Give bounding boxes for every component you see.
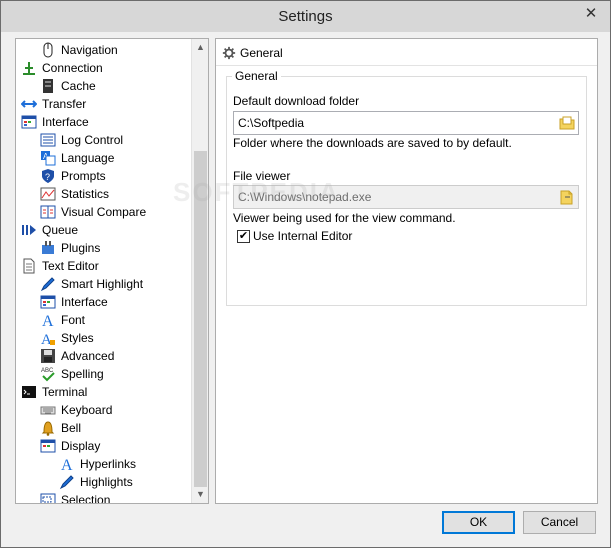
- tree-item-label: Selection: [61, 493, 111, 504]
- tree-item-label: Hyperlinks: [80, 457, 137, 471]
- tree-item-label: Display: [61, 439, 101, 453]
- tree-item-label: Navigation: [61, 43, 118, 57]
- cache-icon: [43, 79, 53, 93]
- styles-icon: A: [41, 332, 55, 346]
- tree-item-label: Language: [61, 151, 115, 165]
- pen-icon: [40, 277, 55, 292]
- svg-text:ABC: ABC: [41, 368, 54, 374]
- scroll-up-arrow-icon[interactable]: ▲: [192, 39, 208, 56]
- tree-item-label: Prompts: [61, 169, 106, 183]
- svg-text:?: ?: [45, 172, 50, 182]
- floppy-disk-icon: [41, 349, 55, 363]
- tree-item-label: Bell: [61, 421, 82, 435]
- ok-button[interactable]: OK: [442, 511, 515, 534]
- close-button[interactable]: ✕: [576, 3, 606, 25]
- tree-item-label: Advanced: [61, 349, 115, 363]
- settings-tree: Navigation Connection Cache Transfer Int…: [15, 38, 209, 504]
- log-icon: [40, 133, 56, 147]
- title-bar: Settings ✕: [1, 1, 610, 32]
- spelling-check-icon: ABC: [41, 368, 55, 382]
- plugins-icon: [42, 241, 54, 254]
- shield-question-icon: ?: [42, 169, 54, 183]
- group-title: General: [232, 69, 281, 84]
- keyboard-icon: [40, 406, 56, 415]
- tree-item-label: Transfer: [42, 97, 87, 111]
- tree-item-label: Terminal: [42, 385, 88, 399]
- visual-compare-icon: [40, 205, 56, 219]
- bell-icon: [41, 421, 55, 436]
- file-viewer-help: Viewer being used for the view command.: [233, 211, 456, 225]
- settings-panel: General General Default download folder …: [215, 38, 598, 504]
- svg-text:A: A: [42, 313, 54, 328]
- tree-item-label: Log Control: [61, 133, 124, 147]
- tree-item-label: Keyboard: [61, 403, 113, 417]
- queue-icon: [22, 225, 36, 235]
- download-folder-value: C:\Softpedia: [238, 116, 305, 130]
- cancel-button[interactable]: Cancel: [523, 511, 596, 534]
- tree-item-label: Interface: [42, 115, 89, 129]
- tree-item-label: Cache: [61, 79, 96, 93]
- tree-item-label: Text Editor: [42, 259, 99, 273]
- use-internal-editor-label[interactable]: Use Internal Editor: [253, 229, 352, 243]
- tree-item-label: Styles: [61, 331, 94, 345]
- tree-item-label: Queue: [42, 223, 79, 237]
- tree-scrollbar[interactable]: ▲ ▼: [191, 39, 208, 503]
- tree-item-label: Highlights: [80, 475, 133, 489]
- interface-icon: [21, 115, 37, 129]
- language-icon: A: [41, 151, 56, 166]
- tree-item-label: Visual Compare: [61, 205, 147, 219]
- window-title: Settings: [278, 8, 333, 25]
- scroll-down-arrow-icon[interactable]: ▼: [192, 486, 208, 503]
- transfer-arrows-icon: [21, 100, 37, 108]
- interface-icon: [40, 295, 56, 309]
- text-document-icon: [23, 258, 35, 274]
- tree-item-label: Font: [61, 313, 86, 327]
- tree-item-label: Interface: [61, 295, 108, 309]
- panel-divider: [216, 65, 597, 66]
- settings-window: Settings ✕ Navigation Connection Cache T…: [0, 0, 611, 548]
- terminal-icon: [22, 386, 36, 398]
- panel-title: General: [240, 46, 283, 60]
- download-folder-help: Folder where the downloads are saved to …: [233, 136, 512, 150]
- font-icon: A: [42, 313, 54, 328]
- watermark: SOFTPEDIA: [173, 177, 340, 207]
- download-folder-label: Default download folder: [233, 94, 360, 108]
- use-internal-editor-checkbox[interactable]: ✔: [237, 230, 250, 243]
- tree-item-label: Connection: [42, 61, 103, 75]
- gear-icon: [222, 46, 236, 60]
- display-icon: [40, 439, 56, 453]
- pen-icon: [59, 475, 74, 490]
- font-icon: A: [61, 457, 73, 472]
- folder-icon[interactable]: [559, 115, 575, 131]
- browse-file-icon[interactable]: [559, 189, 575, 205]
- tree-item-label: Plugins: [61, 241, 101, 255]
- tree-item-label: Statistics: [61, 187, 110, 201]
- mouse-icon: [43, 42, 53, 58]
- download-folder-input[interactable]: C:\Softpedia: [233, 111, 579, 135]
- selection-icon: [40, 493, 56, 503]
- tree-item-label: Spelling: [61, 367, 104, 381]
- connection-icon: [23, 62, 35, 75]
- statistics-icon: [40, 187, 56, 201]
- tree-item-label: Smart Highlight: [61, 277, 144, 291]
- svg-text:A: A: [61, 457, 73, 472]
